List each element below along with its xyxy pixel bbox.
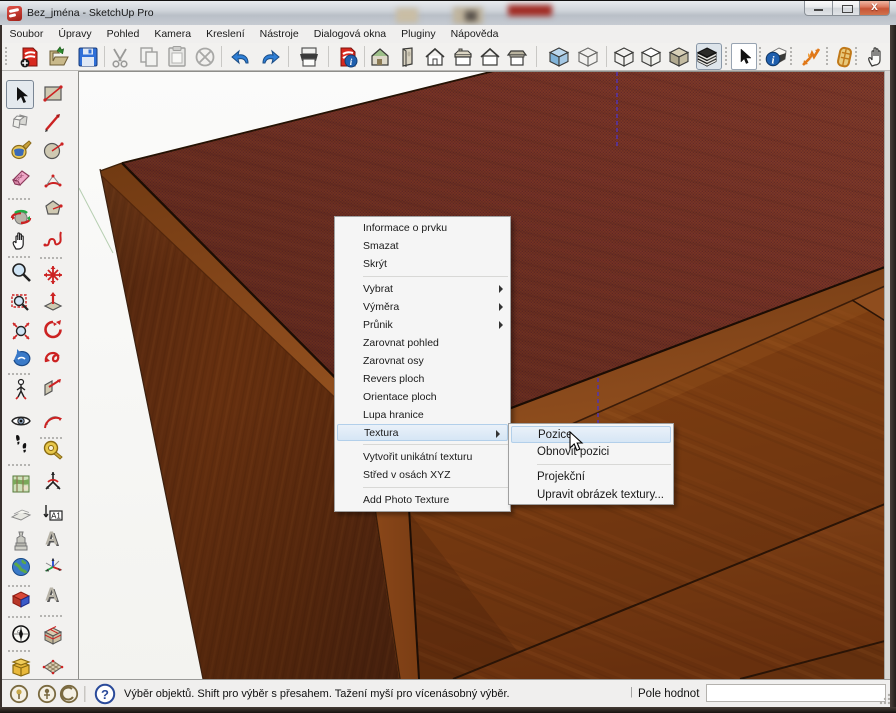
svg-text:C: C — [17, 629, 20, 634]
svg-text:?: ? — [101, 687, 109, 702]
svg-text:A1: A1 — [51, 512, 61, 521]
svg-text:A: A — [45, 585, 58, 605]
svg-text:A: A — [45, 529, 58, 549]
